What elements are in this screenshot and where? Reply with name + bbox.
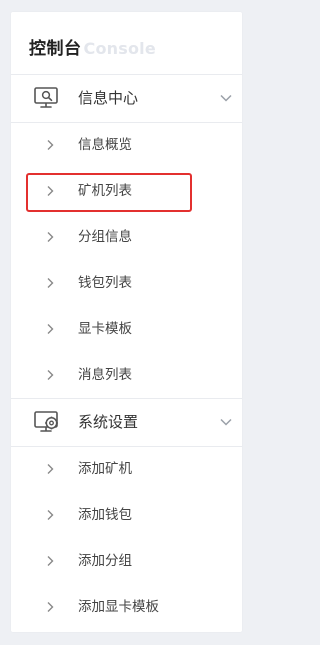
chevron-down-icon: [220, 418, 232, 426]
chevron-right-icon: [47, 186, 54, 196]
nav-item-add-wallet[interactable]: 添加钱包: [11, 492, 242, 538]
nav-item-message-list[interactable]: 消息列表: [11, 352, 242, 398]
brand-title-en: Console: [83, 39, 156, 58]
group-label: 系统设置: [78, 413, 139, 431]
nav-item-wallet-list[interactable]: 钱包列表: [11, 260, 242, 306]
brand-title-cn: 控制台: [29, 39, 82, 59]
nav-item-label: 显卡模板: [78, 321, 132, 337]
chevron-right-icon: [47, 232, 54, 242]
chevron-right-icon: [47, 370, 54, 380]
chevron-right-icon: [47, 140, 54, 150]
nav-item-add-group[interactable]: 添加分组: [11, 538, 242, 584]
nav-item-miner-list[interactable]: 矿机列表: [11, 168, 242, 214]
chevron-right-icon: [47, 278, 54, 288]
nav-item-label: 添加分组: [78, 553, 132, 569]
monitor-search-icon: [34, 87, 58, 108]
nav-item-label: 信息概览: [78, 137, 132, 153]
nav-item-label: 钱包列表: [78, 275, 132, 291]
group-header-system-settings[interactable]: 系统设置: [11, 398, 242, 446]
group-label: 信息中心: [78, 89, 139, 107]
nav-item-gpu-template[interactable]: 显卡模板: [11, 306, 242, 352]
sidebar-brand: 控制台 Console: [29, 34, 156, 59]
nav-item-add-gpu-template[interactable]: 添加显卡模板: [11, 584, 242, 630]
chevron-right-icon: [47, 510, 54, 520]
nav-item-label: 分组信息: [78, 229, 132, 245]
chevron-right-icon: [47, 556, 54, 566]
chevron-right-icon: [47, 602, 54, 612]
nav-item-label: 添加矿机: [78, 461, 132, 477]
nav-item-label: 添加显卡模板: [78, 599, 159, 615]
chevron-right-icon: [47, 464, 54, 474]
group-header-info-center[interactable]: 信息中心: [11, 74, 242, 122]
nav-item-label: 消息列表: [78, 367, 132, 383]
nav-item-add-miner[interactable]: 添加矿机: [11, 446, 242, 492]
monitor-settings-icon: [34, 411, 58, 432]
nav-item-label: 矿机列表: [78, 183, 132, 199]
chevron-down-icon: [220, 94, 232, 102]
nav-item-info-overview[interactable]: 信息概览: [11, 122, 242, 168]
chevron-right-icon: [47, 324, 54, 334]
nav-item-label: 添加钱包: [78, 507, 132, 523]
sidebar: 控制台 Console 信息中心 信息概览 矿机列表 分组信息 钱包列表 显卡模…: [11, 12, 242, 632]
nav-item-group-info[interactable]: 分组信息: [11, 214, 242, 260]
